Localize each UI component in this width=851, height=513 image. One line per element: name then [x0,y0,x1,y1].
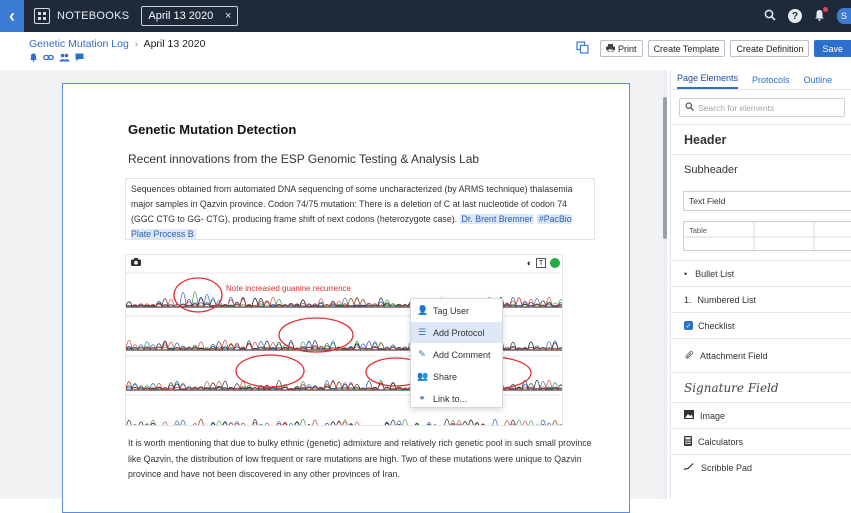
element-numbered-list-label: Numbered List [697,294,757,305]
back-button[interactable]: ‹ [0,0,24,32]
element-subheader-label: Subheader [684,163,738,176]
breadcrumb-current: April 13 2020 [143,38,206,50]
menu-item-label: Link to... [433,393,468,404]
element-header[interactable]: Header [671,124,851,154]
element-subheader[interactable]: Subheader [671,154,851,184]
element-scribble-pad[interactable]: Scribble Pad [671,454,851,480]
toolbar: Print Create Template Create Definition … [576,40,851,57]
search-placeholder: Search for elements [698,102,775,113]
help-icon[interactable]: ? [788,9,802,23]
menu-item-add-comment[interactable]: ✎ Add Comment [411,344,502,365]
element-text-field[interactable]: Text Field [683,191,851,211]
checkbox-icon: ✓ [684,321,693,330]
image-icon [684,410,694,421]
table-grid-lines [684,222,851,252]
element-attachment-field[interactable]: Attachment Field [671,338,851,372]
page-actions-icons [29,53,84,64]
tab-outline[interactable]: Outline [804,75,833,89]
avatar[interactable]: S [837,8,851,24]
element-checklist[interactable]: ✓ Checklist [671,312,851,338]
bullet-icon: • [684,268,688,279]
tab-page-elements[interactable]: Page Elements [677,73,739,89]
breadcrumb-separator: › [134,38,139,50]
element-text-field-label: Text Field [689,196,726,206]
element-bullet-list-label: Bullet List [695,268,735,279]
element-table[interactable]: Table [683,221,851,252]
breadcrumb: Genetic Mutation Log › April 13 2020 [29,38,205,50]
document-title[interactable]: Genetic Mutation Detection [128,122,296,137]
save-button[interactable]: Save [814,40,851,57]
scribble-icon [683,462,695,473]
create-template-button[interactable]: Create Template [647,40,726,57]
link-icon: ⚭ [418,393,426,403]
link-icon[interactable] [43,53,54,64]
notebooks-link[interactable]: NOTEBOOKS [57,10,129,22]
search-icon[interactable] [764,9,776,24]
element-checklist-label: Checklist [698,320,735,331]
text-block[interactable]: Sequences obtained from automated DNA se… [125,178,595,240]
tab-protocols[interactable]: Protocols [752,75,790,89]
calculator-icon [684,435,692,448]
page-header: Genetic Mutation Log › April 13 2020 Pri… [0,32,851,70]
top-right-actions: ? S [764,6,851,24]
breadcrumb-parent-link[interactable]: Genetic Mutation Log [29,38,129,50]
close-icon[interactable]: × [225,10,231,22]
scrollbar-thumb[interactable] [663,97,667,239]
search-icon [685,102,694,113]
comment-icon: ✎ [418,349,426,359]
element-image-label: Image [700,410,726,421]
users-icon[interactable] [59,53,70,64]
paragraph-two[interactable]: It is worth mentioning that due to bulky… [128,436,598,483]
protocol-icon: ☰ [417,327,427,337]
element-image[interactable]: Image [671,402,851,428]
user-icon: 👤 [417,305,429,315]
element-signature-field[interactable]: Signature Field [671,372,851,402]
print-button[interactable]: Print [600,40,643,57]
annotation-label: Note increased guanine recurrence [226,284,352,293]
menu-item-label: Share [433,371,458,382]
menu-item-link-to[interactable]: ⚭ Link to... [411,388,502,409]
menu-item-label: Tag User [433,305,470,316]
menu-item-tag-user[interactable]: 👤 Tag User [411,300,502,321]
share-icon: 👥 [417,371,429,381]
document-canvas: Genetic Mutation Detection Recent innova… [0,70,663,513]
copy-icon[interactable] [576,40,589,57]
menu-item-label: Add Protocol [433,327,485,338]
elements-panel: Page Elements Protocols Outline Search f… [670,70,851,499]
document-subtitle[interactable]: Recent innovations from the ESP Genomic … [128,152,479,166]
document-page[interactable]: Genetic Mutation Detection Recent innova… [62,83,630,513]
menu-item-add-protocol[interactable]: ☰ Add Protocol [411,322,502,343]
tab-april-13-2020[interactable]: April 13 2020 × [141,6,239,26]
bell-icon[interactable] [814,6,828,24]
element-scribble-label: Scribble Pad [701,462,753,473]
printer-icon [606,43,616,54]
element-signature-label: Signature Field [684,380,779,395]
user-mention[interactable]: Dr. Brent Bremner [459,214,535,224]
element-search-input[interactable]: Search for elements [679,98,845,117]
panel-tabs: Page Elements Protocols Outline [671,70,851,90]
element-bullet-list[interactable]: • Bullet List [671,260,851,286]
element-numbered-list[interactable]: 1. Numbered List [671,286,851,312]
element-header-label: Header [684,132,727,147]
print-label: Print [618,43,637,54]
tab-label: April 13 2020 [148,10,214,22]
chat-icon[interactable] [75,53,84,64]
notebooks-icon[interactable] [34,8,50,24]
top-bar: ‹ NOTEBOOKS April 13 2020 × ? S [0,0,851,32]
menu-item-label: Add Comment [433,349,491,360]
element-attachment-label: Attachment Field [700,350,768,361]
menu-item-share[interactable]: 👥 Share [411,366,502,387]
element-calculators[interactable]: Calculators [671,428,851,454]
bell-icon[interactable] [29,53,38,64]
paperclip-icon [684,350,694,362]
numbered-prefix: 1. [684,294,692,305]
context-menu: 👤 Tag User ☰ Add Protocol ✎ Add Comment 👥 Share… [410,298,503,408]
create-definition-button[interactable]: Create Definition [730,40,810,57]
element-calculators-label: Calculators [698,436,744,447]
